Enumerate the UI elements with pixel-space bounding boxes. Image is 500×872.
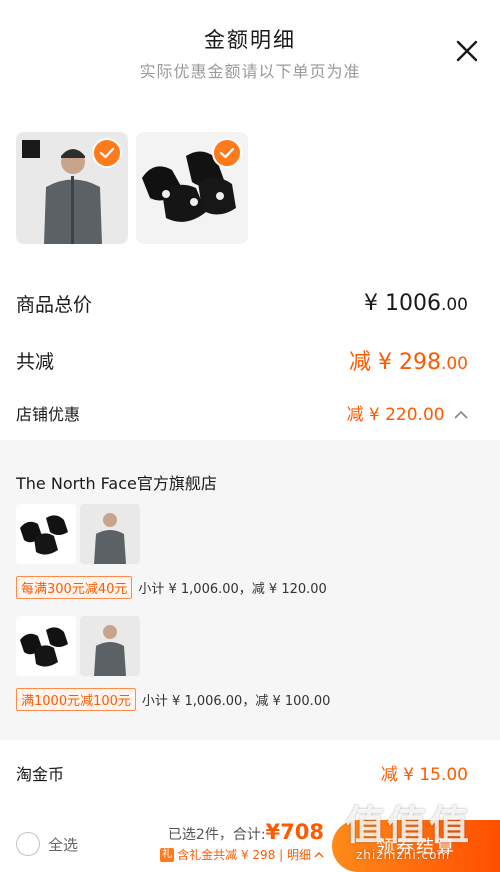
gift-icon: 礼	[160, 847, 175, 862]
store-discount-value: 减 ¥ 220.00	[346, 400, 468, 425]
total-reduce-row: 共减 减 ¥ 298.00	[16, 344, 468, 376]
check-icon	[92, 138, 122, 168]
chevron-up-icon	[314, 851, 324, 857]
store-name: The North Face官方旗舰店	[16, 474, 217, 493]
modal-title: 金额明细	[204, 28, 296, 52]
selected-count-text: 已选2件，合计:	[167, 827, 266, 843]
close-button[interactable]	[452, 36, 482, 66]
total-reduce-label: 共减	[16, 350, 55, 373]
watermark-logo: 值值值	[345, 803, 471, 849]
mini-thumb-socks	[16, 504, 76, 564]
taojinbi-row: 淘金币 减 ¥ 15.00	[16, 760, 468, 786]
modal-subtitle: 实际优惠金额请以下单页为准	[139, 62, 361, 81]
mini-thumb-socks	[16, 616, 76, 676]
select-all-toggle[interactable]: 全选	[16, 832, 78, 856]
promo-tag: 每满300元减40元	[16, 576, 133, 599]
goods-total-label: 商品总价	[16, 294, 93, 316]
check-icon	[212, 138, 242, 168]
product-thumb-jacket[interactable]	[16, 132, 128, 244]
chevron-up-icon	[454, 410, 468, 419]
select-all-label: 全选	[48, 835, 79, 854]
taojinbi-label: 淘金币	[16, 764, 65, 784]
close-icon	[456, 40, 478, 62]
order-summary: 已选2件，合计:¥708 礼 含礼金共减 ¥ 298 | 明细	[160, 820, 324, 863]
promo-subtotal: 小计 ¥ 1,006.00，减 ¥ 120.00	[138, 582, 327, 597]
store-discount-panel: The North Face官方旗舰店 每满300元减40元 小计 ¥ 1,00…	[0, 440, 500, 740]
promo-block: 满1000元减100元 小计 ¥ 1,006.00，减 ¥ 100.00	[16, 616, 476, 711]
radio-icon	[16, 832, 40, 856]
gift-detail-link[interactable]: 礼 含礼金共减 ¥ 298 | 明细	[160, 846, 324, 863]
header: 金额明细 实际优惠金额请以下单页为准	[0, 0, 500, 100]
promo-subtotal: 小计 ¥ 1,006.00，减 ¥ 100.00	[141, 694, 331, 709]
total-reduce-value: 减 ¥ 298.00	[348, 350, 468, 375]
taojinbi-value: 减 ¥ 15.00	[380, 765, 468, 785]
goods-total-row: 商品总价 ¥ 1006.00	[16, 290, 468, 317]
promo-block: 每满300元减40元 小计 ¥ 1,006.00，减 ¥ 120.00	[16, 504, 476, 599]
gift-detail-text: 含礼金共减 ¥ 298 | 明细	[177, 848, 311, 862]
mini-thumb-jacket	[80, 616, 140, 676]
promo-tag: 满1000元减100元	[16, 688, 136, 711]
selected-products	[16, 132, 248, 244]
total-price: ¥708	[265, 820, 324, 844]
goods-total-value: ¥ 1006.00	[363, 291, 468, 316]
product-thumb-socks[interactable]	[136, 132, 248, 244]
mini-thumb-jacket	[80, 504, 140, 564]
store-discount-row[interactable]: 店铺优惠 减 ¥ 220.00	[16, 400, 468, 425]
watermark-url: zhizhizhi.com	[356, 848, 451, 862]
store-discount-label: 店铺优惠	[16, 404, 81, 424]
